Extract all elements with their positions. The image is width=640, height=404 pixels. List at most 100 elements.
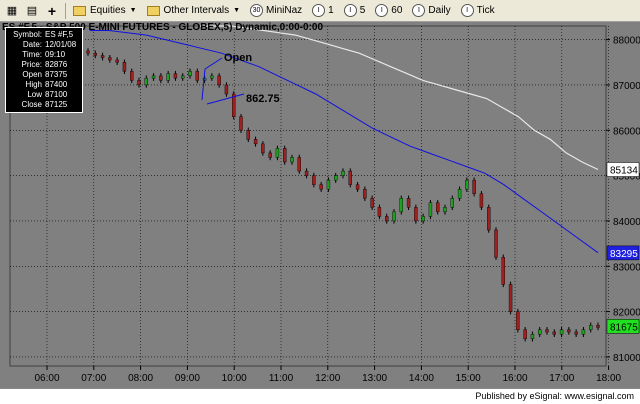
candle-body: [377, 207, 382, 217]
interval-60-button[interactable]: I 60: [371, 2, 406, 20]
info-key: Price:: [21, 60, 42, 69]
candle-body: [567, 329, 571, 333]
candle-body: [115, 59, 119, 63]
interval-label: Tick: [476, 5, 495, 16]
info-key: Time:: [22, 50, 42, 59]
equities-label: Equities: [90, 5, 126, 16]
candle-body: [516, 311, 520, 330]
candle-body: [166, 73, 170, 81]
candle-body: [479, 193, 484, 208]
candle-body: [130, 71, 134, 81]
y-tick-label: 82000: [613, 308, 640, 319]
x-tick-label: 16:00: [502, 373, 527, 384]
interval-icon: I: [312, 4, 326, 17]
info-row: Symbol: ES #F,5: [9, 30, 79, 40]
chevron-down-icon: ▼: [233, 7, 241, 14]
info-value: ES #F,5: [45, 30, 74, 39]
candle-body: [108, 57, 112, 61]
folder-icon: [146, 5, 160, 16]
interval-icon: 30: [250, 4, 264, 17]
y-tick-label: 86000: [613, 126, 640, 137]
interval-icon: I: [460, 4, 474, 17]
candle-body: [406, 198, 411, 208]
price-label-last: 81675: [610, 322, 638, 333]
x-tick-label: 07:00: [81, 373, 106, 384]
candle-body: [596, 325, 600, 328]
candle-body: [268, 152, 272, 158]
x-tick-label: 12:00: [315, 373, 340, 384]
interval-tick-button[interactable]: I Tick: [457, 2, 499, 20]
price-label-slow-ma: 85134: [610, 166, 638, 177]
candle-body: [494, 229, 498, 258]
candle-body: [100, 55, 105, 58]
candle-body: [144, 77, 148, 86]
x-tick-label: 10:00: [222, 373, 247, 384]
interval-daily-button[interactable]: I Daily: [408, 2, 454, 20]
candle-body: [348, 170, 352, 185]
other-intervals-dropdown[interactable]: Other Intervals ▼: [143, 2, 245, 20]
interval-5-button[interactable]: I 5: [340, 2, 370, 20]
info-value: 09:10: [45, 50, 66, 59]
candle-body: [545, 329, 549, 333]
candle-body: [581, 329, 586, 335]
interval-mininaz-button[interactable]: 30 MiniNaz: [246, 2, 306, 20]
properties-icon[interactable]: ▤: [24, 3, 40, 19]
candle-body: [399, 198, 403, 213]
price-chart[interactable]: 8800087000860008500084000830008200081000…: [0, 22, 640, 388]
candle-body: [421, 216, 425, 222]
candle-body: [283, 148, 287, 163]
x-tick-label: 15:00: [456, 373, 481, 384]
candle-body: [501, 256, 505, 285]
info-value: 82876: [45, 60, 68, 69]
candle-body: [559, 329, 564, 335]
candle-body: [297, 157, 301, 172]
x-tick-label: 14:00: [409, 373, 434, 384]
candle-body: [355, 184, 360, 190]
y-tick-label: 81000: [613, 353, 640, 364]
candle-body: [428, 202, 433, 217]
candle-body: [86, 50, 90, 54]
candle-body: [574, 331, 578, 335]
candle-body: [385, 216, 389, 222]
chart-area[interactable]: 88000 87000 86000 85000 84000 83000 82000 81000…: [0, 22, 640, 388]
info-row: High 87400: [9, 80, 79, 90]
x-tick-label: 09:00: [175, 373, 200, 384]
candle-body: [151, 75, 156, 79]
info-row: Date: 12/01/08: [9, 40, 79, 50]
candle-body: [370, 198, 374, 208]
equities-dropdown[interactable]: Equities ▼: [69, 2, 141, 20]
chart-icon[interactable]: ▦: [4, 3, 20, 19]
candle-body: [436, 202, 440, 213]
other-intervals-label: Other Intervals: [163, 5, 230, 16]
interval-label: 5: [359, 5, 366, 16]
footer-text: Published by eSignal: www.esignal.com: [475, 391, 634, 401]
info-value: 12/01/08: [45, 40, 77, 49]
interval-label: Daily: [428, 5, 451, 16]
info-key: Open: [22, 70, 42, 79]
candle-body: [508, 284, 513, 312]
add-icon[interactable]: +: [44, 3, 60, 19]
info-value: 87100: [45, 90, 68, 99]
folder-icon: [73, 5, 86, 16]
info-row: Low 87100: [9, 90, 79, 100]
y-tick-label: 87000: [613, 81, 640, 92]
interval-1-button[interactable]: I 1: [308, 2, 338, 20]
x-tick-label: 08:00: [128, 373, 153, 384]
info-key: High: [25, 80, 42, 89]
candle-body: [137, 80, 141, 86]
y-tick-label: 88000: [613, 36, 640, 47]
candle-body: [589, 325, 593, 330]
info-row: Time: 09:10: [9, 50, 79, 60]
candle-body: [224, 84, 229, 95]
candle-body: [392, 211, 396, 222]
candle-body: [239, 116, 243, 131]
toolbar-separator: [65, 2, 66, 19]
candle-body: [472, 179, 476, 194]
candle-body: [253, 139, 258, 145]
candle-body: [319, 184, 323, 190]
toolbar: ▦ ▤ + Equities ▼ Other Intervals ▼ 30 Mi…: [0, 0, 640, 22]
candle-body: [523, 329, 527, 340]
x-tick-label: 17:00: [549, 373, 574, 384]
info-value: 87125: [45, 100, 68, 109]
candle-body: [217, 75, 221, 86]
